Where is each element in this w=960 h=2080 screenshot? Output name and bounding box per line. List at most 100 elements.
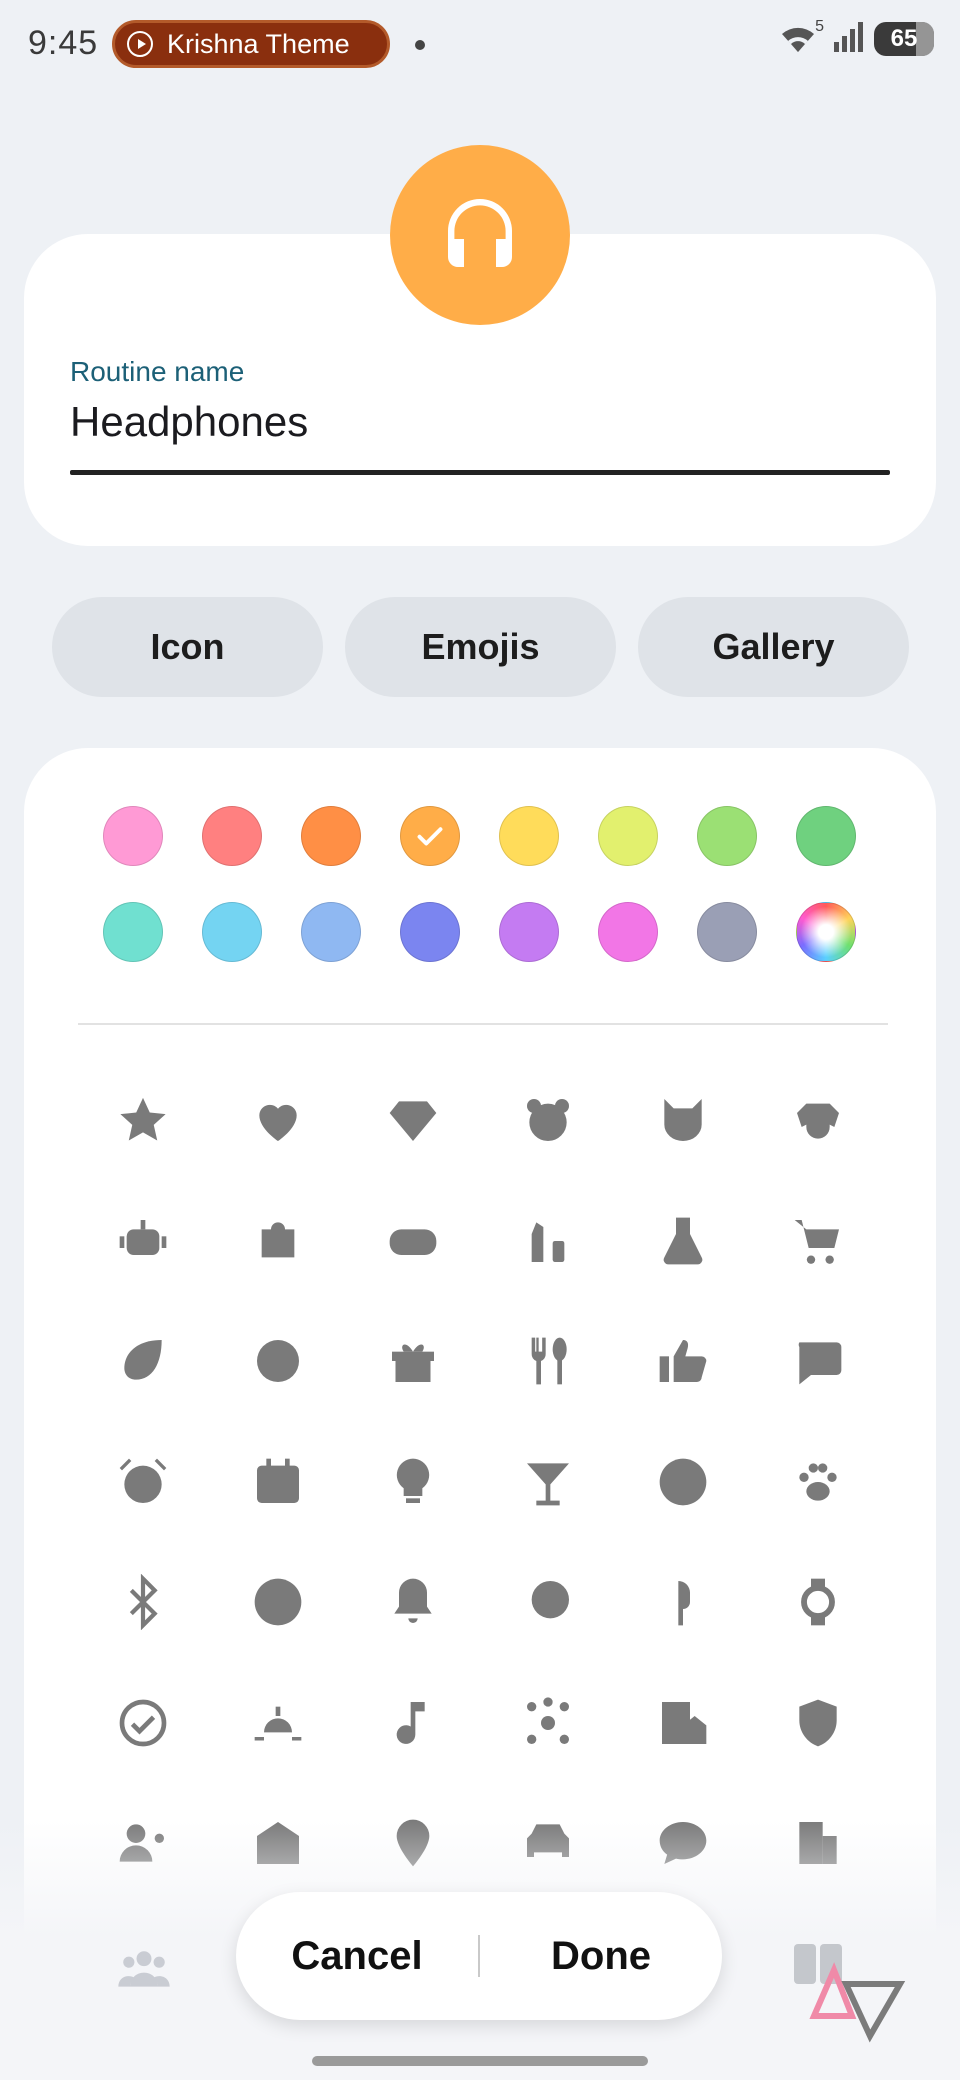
signal-icon [834, 20, 864, 57]
leaf-icon [124, 1340, 162, 1380]
status-bar: 9:45 Krishna Theme 5 65 [0, 0, 960, 90]
color-swatch[interactable] [400, 806, 460, 866]
gamepad-icon [389, 1228, 437, 1255]
routine-name-underline [70, 470, 890, 475]
cancel-button[interactable]: Cancel [236, 1934, 478, 1979]
color-swatch[interactable] [400, 902, 460, 962]
icon-option[interactable] [508, 1562, 588, 1642]
icon-option[interactable] [508, 1080, 588, 1160]
icon-option[interactable] [373, 1321, 453, 1401]
icon-option[interactable] [643, 1442, 723, 1522]
watermark-logo-icon [794, 1944, 906, 2043]
icon-option[interactable] [508, 1683, 588, 1763]
icon-option[interactable] [103, 1562, 183, 1642]
icon-option[interactable] [643, 1321, 723, 1401]
color-swatch[interactable] [202, 902, 262, 962]
icon-option[interactable] [373, 1442, 453, 1522]
bell-icon [394, 1578, 432, 1623]
icon-option[interactable] [643, 1562, 723, 1642]
icon-option[interactable] [103, 1080, 183, 1160]
icon-option[interactable] [643, 1201, 723, 1281]
bulb-icon [396, 1458, 430, 1503]
color-swatch[interactable] [202, 806, 262, 866]
icon-option[interactable] [643, 1683, 723, 1763]
icon-option[interactable] [238, 1562, 318, 1642]
color-swatch[interactable] [301, 902, 361, 962]
icon-option[interactable] [103, 1321, 183, 1401]
clock-icon [254, 1578, 302, 1626]
diamond-icon [389, 1101, 437, 1141]
tab-gallery[interactable]: Gallery [638, 597, 909, 697]
icon-option[interactable] [508, 1201, 588, 1281]
icon-option[interactable] [373, 1683, 453, 1763]
icon-option[interactable] [778, 1321, 858, 1401]
icon-option[interactable] [643, 1080, 723, 1160]
done-button[interactable]: Done [480, 1934, 722, 1979]
cutlery-icon [531, 1337, 567, 1385]
color-swatch[interactable] [796, 806, 856, 866]
basketball-icon [659, 1458, 707, 1505]
bear-icon [527, 1099, 569, 1141]
bluetooth-icon [129, 1574, 158, 1630]
media-chip[interactable]: Krishna Theme [112, 20, 390, 68]
tab-icon[interactable]: Icon [52, 597, 323, 697]
icon-option[interactable] [508, 1442, 588, 1522]
moon-icon [531, 1581, 569, 1619]
color-swatch[interactable] [103, 806, 163, 866]
calendar-icon [257, 1458, 299, 1503]
shield-user-icon [799, 1699, 837, 1746]
icon-option[interactable] [238, 1442, 318, 1522]
icon-option[interactable] [778, 1442, 858, 1522]
icon-option[interactable] [373, 1562, 453, 1642]
icon-option[interactable] [778, 1562, 858, 1642]
sunrise-icon [254, 1706, 302, 1740]
puzzle-icon [261, 1221, 295, 1257]
status-icons: 5 65 [778, 18, 960, 57]
icon-option[interactable] [238, 1321, 318, 1401]
icon-option[interactable] [103, 1683, 183, 1763]
action-bar: Cancel Done [236, 1892, 722, 2020]
baby-icon [257, 1340, 299, 1382]
cat-icon [664, 1099, 702, 1141]
status-time: 9:45 [28, 24, 99, 62]
paw-icon [799, 1462, 837, 1501]
home-indicator[interactable] [312, 2056, 648, 2066]
color-swatch[interactable] [103, 902, 163, 962]
color-swatch[interactable] [301, 806, 361, 866]
routine-name-input[interactable]: Headphones [70, 398, 308, 446]
palette-divider [78, 1023, 888, 1025]
icon-option[interactable] [103, 1442, 183, 1522]
chat-bubble-icon [798, 1342, 842, 1385]
hub-icon [527, 1696, 569, 1744]
color-swatch[interactable] [796, 902, 856, 962]
color-swatch[interactable] [598, 806, 658, 866]
cocktail-icon [527, 1462, 569, 1505]
cart-icon [794, 1219, 839, 1264]
watch-icon [801, 1578, 835, 1626]
icon-option[interactable] [238, 1201, 318, 1281]
icon-option[interactable] [778, 1683, 858, 1763]
icon-option[interactable] [778, 1201, 858, 1281]
routine-icon-preview[interactable] [390, 145, 570, 325]
routine-name-label: Routine name [70, 356, 245, 387]
wifi-icon: 5 [778, 18, 824, 56]
icon-option[interactable] [103, 1201, 183, 1281]
timer-check-icon [119, 1699, 167, 1746]
icon-option[interactable] [373, 1080, 453, 1160]
tab-emojis[interactable]: Emojis [345, 597, 616, 697]
heart-icon [259, 1104, 297, 1141]
icon-option[interactable] [508, 1321, 588, 1401]
color-swatch[interactable] [598, 902, 658, 962]
color-swatch[interactable] [697, 806, 757, 866]
home-building-icon [662, 1701, 707, 1744]
icon-option[interactable] [373, 1201, 453, 1281]
color-swatch[interactable] [697, 902, 757, 962]
dog-icon [797, 1103, 839, 1139]
color-swatch[interactable] [499, 902, 559, 962]
icon-option[interactable] [778, 1080, 858, 1160]
icon-option[interactable] [238, 1080, 318, 1160]
group-icon [118, 1951, 170, 1987]
icon-option[interactable] [238, 1683, 318, 1763]
music-note-icon [396, 1701, 425, 1744]
color-swatch[interactable] [499, 806, 559, 866]
